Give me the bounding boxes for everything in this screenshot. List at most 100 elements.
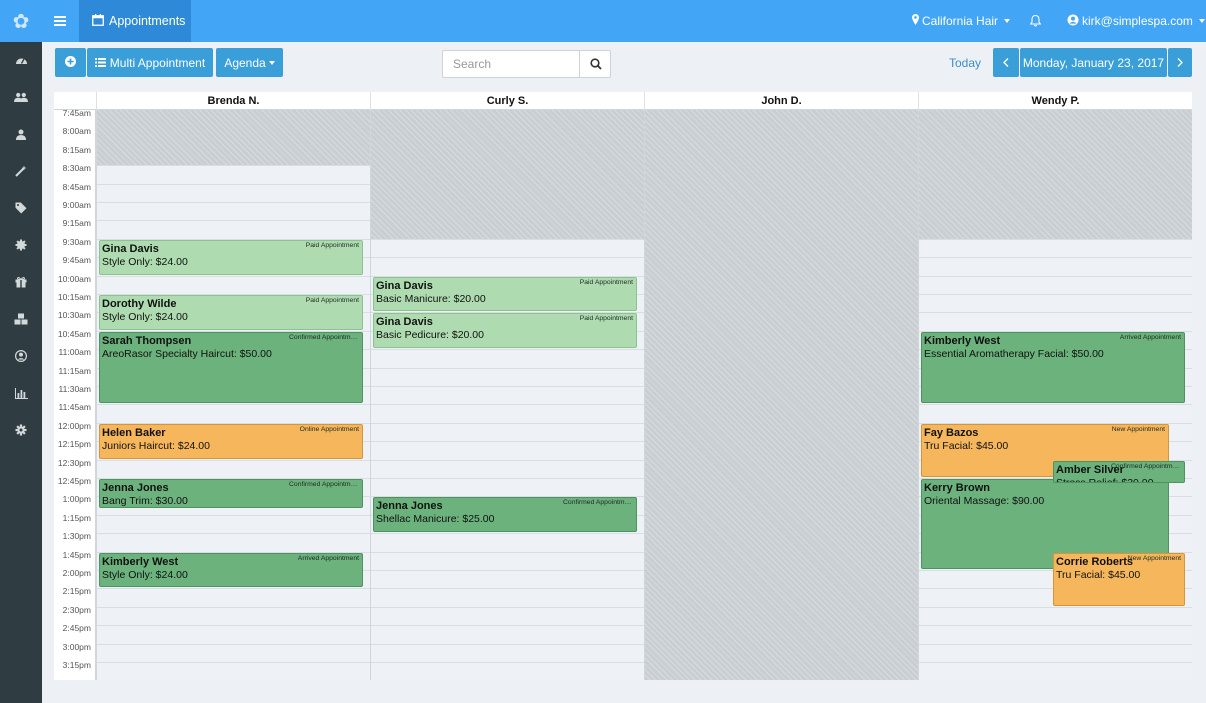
- time-label: 10:00am: [57, 273, 91, 284]
- map-marker-icon: [912, 14, 919, 28]
- time-label: 12:00pm: [57, 420, 91, 431]
- settings-icon[interactable]: [0, 420, 42, 440]
- user-icon[interactable]: [0, 124, 42, 144]
- staff-column[interactable]: Gina Davis Style Only: $24.00 Paid Appoint…: [96, 110, 370, 680]
- grid-line: [371, 588, 644, 590]
- time-label: 8:15am: [62, 144, 91, 155]
- time-label: 12:30pm: [57, 457, 91, 468]
- next-day-button[interactable]: [1168, 48, 1192, 77]
- status-label: New Appointment: [1127, 554, 1181, 562]
- grid-line: [919, 643, 1192, 645]
- grid-line: [97, 220, 370, 222]
- time-label: 1:00pm: [62, 494, 91, 505]
- time-label: 11:30am: [58, 384, 91, 394]
- chevron-right-icon: [1177, 56, 1183, 70]
- date-label[interactable]: Monday, January 23, 2017: [1020, 48, 1167, 77]
- appointment-card[interactable]: Gina Davis Basic Manicure: $20.00 Paid App…: [373, 276, 637, 312]
- gear-badge-icon[interactable]: [0, 235, 42, 255]
- appointment-card[interactable]: Amber Silver Stress Relief: $30.00 Confirm…: [1053, 460, 1185, 484]
- grid-line: [97, 533, 370, 535]
- staff-column[interactable]: [644, 110, 918, 680]
- users-icon[interactable]: [0, 87, 42, 107]
- agenda-dropdown[interactable]: Agenda: [216, 48, 283, 77]
- chevron-down-icon: [1198, 19, 1205, 23]
- service-price: Juniors Haircut: $24.00: [102, 439, 210, 452]
- grid-line: [919, 312, 1192, 314]
- column-header: Wendy P.: [918, 92, 1192, 110]
- time-label: 2:00pm: [62, 568, 91, 578]
- grid-line: [371, 606, 644, 608]
- grid-line: [919, 257, 1192, 259]
- status-label: Paid Appointment: [579, 315, 633, 323]
- grid-line: [371, 625, 644, 627]
- magic-wand-icon[interactable]: [0, 161, 42, 181]
- status-label: Online Appointment: [299, 425, 359, 433]
- appointment-card[interactable]: Helen Baker Juniors Haircut: $24.00 Online…: [99, 423, 363, 459]
- location-dropdown[interactable]: California Hair: [912, 0, 1011, 42]
- main-content: Multi Appointment Agenda Today Monday, J…: [42, 42, 1206, 703]
- grid-line: [371, 422, 644, 424]
- status-label: Arrived Appointment: [1119, 333, 1181, 341]
- time-label: 12:15pm: [57, 439, 91, 450]
- appointment-card[interactable]: Kimberly West Style Only: $24.00 Arrived A…: [99, 552, 363, 588]
- agenda-label: Agenda: [224, 55, 266, 70]
- tag-icon[interactable]: [0, 198, 42, 218]
- user-circle-icon[interactable]: [0, 346, 42, 366]
- service-price: Basic Pedicure: $20.00: [376, 329, 484, 342]
- user-menu[interactable]: kirk@simplespa.com: [1067, 0, 1205, 42]
- time-label: 8:00am: [62, 126, 91, 137]
- appointment-card[interactable]: Sarah Thompsen AreoRasor Specialty Haircu…: [99, 331, 363, 404]
- grid-line: [97, 514, 370, 516]
- plus-circle-icon: [65, 55, 76, 70]
- grid-line: [371, 459, 644, 461]
- gift-icon[interactable]: [0, 272, 42, 292]
- dashboard-icon[interactable]: [0, 50, 42, 70]
- staff-column[interactable]: Gina Davis Basic Manicure: $20.00 Paid App…: [370, 110, 644, 680]
- search-icon[interactable]: [579, 51, 611, 77]
- grid-line: [919, 294, 1192, 295]
- list-icon: [94, 56, 106, 70]
- grid-line: [371, 404, 644, 406]
- hamburger-icon[interactable]: [42, 0, 78, 42]
- grid-line: [97, 202, 370, 203]
- grid-line: [371, 441, 644, 443]
- grid-line: [919, 275, 1192, 277]
- time-label: 2:30pm: [62, 604, 91, 615]
- service-price: Tru Facial: $45.00: [1056, 568, 1141, 581]
- top-bar: ✿ Appointments California Hair kirk@simp…: [0, 0, 1206, 42]
- time-label: 8:45am: [62, 181, 91, 192]
- user-email: kirk@simplespa.com: [1082, 14, 1193, 28]
- grid-line: [97, 662, 370, 663]
- appointment-card[interactable]: Kimberly West Essential Aromatherapy Faci…: [921, 331, 1185, 404]
- grid-line: [97, 625, 370, 627]
- blocked-time: [919, 110, 1192, 239]
- service-price: Bang Trim: $30.00: [102, 495, 188, 507]
- appointment-card[interactable]: Dorothy Wilde Style Only: $24.00 Paid Appo…: [99, 295, 363, 330]
- client-name: Kerry Brown: [924, 482, 991, 494]
- appointment-card[interactable]: Gina Davis Basic Pedicure: $20.00 Paid App…: [373, 313, 637, 349]
- tab-appointments[interactable]: Appointments: [79, 0, 191, 42]
- grid-line: [97, 459, 370, 461]
- cubes-icon[interactable]: [0, 309, 42, 329]
- service-price: Stress Relief: $30.00: [1056, 476, 1154, 484]
- appointment-card[interactable]: Jenna Jones Shellac Manicure: $25.00 Confi…: [373, 497, 637, 533]
- service-price: Tru Facial: $45.00: [924, 439, 1009, 452]
- appointment-card[interactable]: Gina Davis Style Only: $24.00 Paid Appoint…: [99, 239, 363, 275]
- status-label: Confirmed Appointment: [1111, 462, 1181, 470]
- appointment-card[interactable]: Corrie Roberts Tru Facial: $45.00 New Appo…: [1053, 552, 1185, 606]
- search-input[interactable]: [443, 51, 579, 77]
- add-appointment-button[interactable]: [55, 48, 86, 77]
- flower-icon[interactable]: ✿: [0, 0, 42, 42]
- today-button[interactable]: Today: [942, 48, 988, 77]
- appointment-card[interactable]: Jenna Jones Bang Trim: $30.00 Confirmed Ap…: [99, 479, 363, 508]
- staff-column[interactable]: Kimberly West Essential Aromatherapy Faci…: [918, 110, 1192, 680]
- bar-chart-icon[interactable]: [0, 383, 42, 403]
- multi-appointment-button[interactable]: Multi Appointment: [87, 48, 213, 77]
- service-price: Style Only: $24.00: [102, 311, 188, 323]
- calendar-body: 7:45am 8:00am 8:15am 8:30am 8:45am 9:00am 9:15…: [54, 110, 1192, 680]
- time-label: 7:45am: [62, 110, 91, 118]
- prev-day-button[interactable]: [993, 48, 1019, 77]
- bell-icon[interactable]: [1030, 0, 1041, 42]
- grid-line: [371, 551, 644, 553]
- grid-line: [919, 606, 1192, 608]
